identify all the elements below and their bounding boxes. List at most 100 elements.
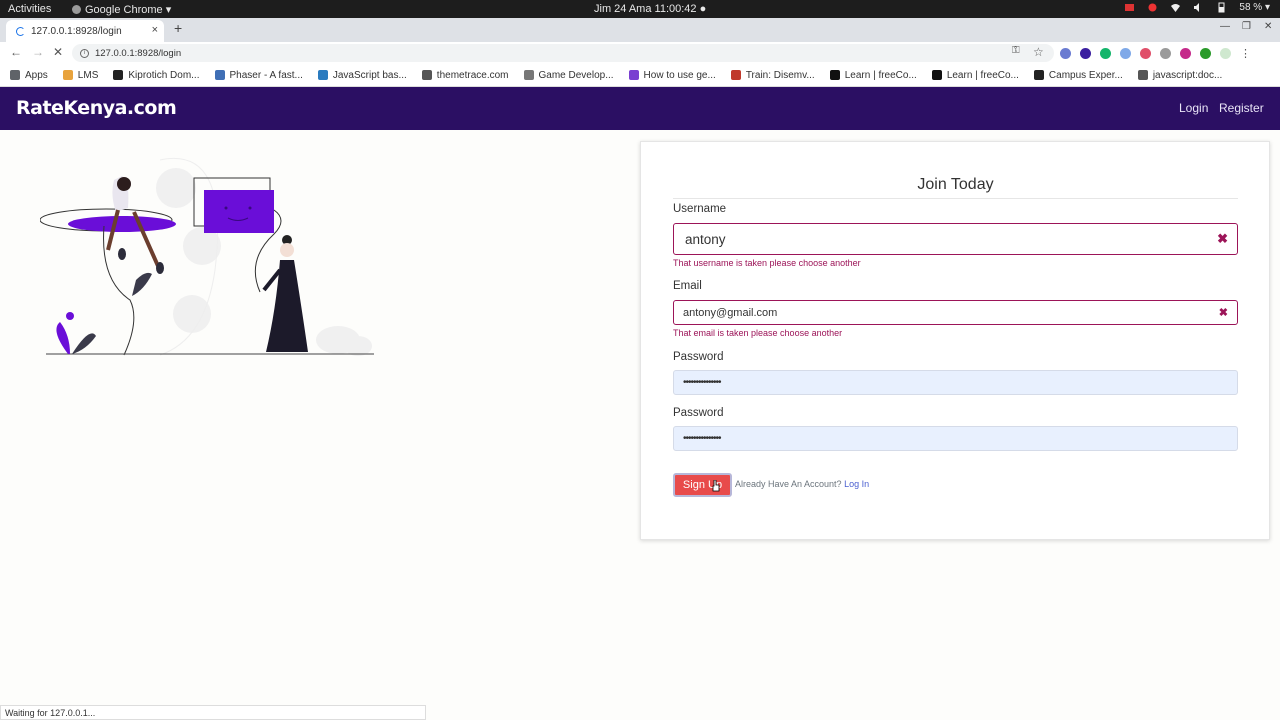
address-bar-url: 127.0.0.1:8928/login	[95, 47, 182, 59]
battery-level: 58 % ▾	[1239, 2, 1270, 13]
bookmark-item[interactable]: themetrace.com	[421, 69, 509, 81]
bookmark-item[interactable]: Learn | freeCo...	[931, 69, 1019, 81]
bookmark-label: Train: Disemv...	[745, 69, 815, 81]
grammarly-icon[interactable]	[1100, 48, 1111, 59]
bookmark-favicon-icon	[113, 70, 124, 80]
hand-cursor-icon	[712, 480, 720, 492]
apps-grid-icon	[10, 70, 20, 80]
tab-strip: 127.0.0.1:8928/login ×	[0, 18, 1280, 42]
bookmark-label: Campus Exper...	[1048, 69, 1123, 81]
extension-icon[interactable]	[1180, 48, 1191, 59]
bookmark-label: javascript:doc...	[1152, 69, 1223, 81]
username-input[interactable]: antony ✖	[673, 223, 1238, 255]
bookmark-favicon-icon	[1137, 70, 1148, 80]
clock[interactable]: Jim 24 Ama 11:00:42 ●	[594, 3, 706, 15]
bookmark-item[interactable]: How to use ge...	[628, 69, 716, 81]
battery-icon	[1218, 2, 1225, 13]
invalid-x-icon: ✖	[1217, 231, 1228, 246]
bookmark-label: JavaScript bas...	[332, 69, 407, 81]
bookmark-item[interactable]: Game Develop...	[523, 69, 614, 81]
bookmark-item[interactable]: Train: Disemv...	[730, 69, 815, 81]
stop-icon[interactable]: ✕	[53, 45, 63, 59]
bookmark-item[interactable]: Phaser - A fast...	[214, 69, 303, 81]
bookmark-item[interactable]: javascript:doc...	[1137, 69, 1223, 81]
email-input[interactable]: antony@gmail.com ✖	[673, 300, 1238, 325]
invalid-x-icon: ✖	[1218, 307, 1228, 319]
bookmarks-bar: Apps LMS Kiprotich Dom... Phaser - A fast..…	[0, 64, 1280, 87]
activities-button[interactable]: Activities	[8, 3, 51, 15]
bookmark-item[interactable]: Apps	[10, 70, 48, 81]
bookmark-item[interactable]: LMS	[62, 69, 99, 81]
close-window-icon[interactable]: ✕	[1264, 21, 1272, 32]
email-error: That email is taken please choose anothe…	[673, 328, 843, 338]
nav-login-link[interactable]: Login	[1179, 101, 1208, 115]
bookmark-favicon-icon	[214, 70, 225, 80]
signup-card: Join Today Username antony ✖ That userna…	[640, 141, 1270, 540]
extension-icon[interactable]	[1220, 48, 1231, 59]
bookmark-label: Apps	[25, 69, 48, 81]
status-bubble: Waiting for 127.0.0.1...	[0, 705, 426, 720]
site-info-icon[interactable]: i	[80, 48, 89, 58]
bookmark-item[interactable]: Campus Exper...	[1033, 69, 1123, 81]
site-logo[interactable]: RateKenya.com	[16, 97, 177, 119]
address-bar[interactable]: i 127.0.0.1:8928/login	[72, 44, 1054, 62]
extension-icon[interactable]	[1080, 48, 1091, 59]
maximize-icon[interactable]: ❐	[1242, 21, 1251, 32]
extension-icon[interactable]	[1160, 48, 1171, 59]
password-input[interactable]: •••••••••••••••	[673, 370, 1238, 395]
os-top-bar: Activities Google Chrome ▾ Jim 24 Ama 11…	[0, 0, 1280, 18]
bookmark-label: How to use ge...	[643, 69, 716, 81]
tab-active[interactable]: 127.0.0.1:8928/login ×	[6, 20, 164, 42]
bookmark-item[interactable]: Learn | freeCo...	[829, 70, 917, 81]
bookmark-label: Game Develop...	[538, 69, 614, 81]
tab-close-icon[interactable]: ×	[152, 24, 158, 36]
bookmark-favicon-icon	[1033, 70, 1044, 80]
system-tray[interactable]: 58 % ▾	[1124, 2, 1270, 13]
bookmark-favicon-icon	[628, 70, 639, 80]
username-value: antony	[685, 231, 726, 247]
bookmark-label: Phaser - A fast...	[229, 69, 303, 81]
bookmark-favicon-icon	[523, 70, 534, 80]
minimize-icon[interactable]: —	[1220, 21, 1230, 32]
already-text: Already Have An Account?	[735, 479, 842, 489]
bookmark-favicon-icon	[62, 70, 73, 80]
username-error: That username is taken please choose ano…	[673, 258, 861, 268]
bookmark-label: themetrace.com	[436, 69, 509, 81]
bookmark-favicon-icon	[829, 70, 840, 80]
login-prompt: Already Have An Account? Log In	[735, 479, 869, 489]
app-menu-label: Google Chrome ▾	[85, 4, 172, 16]
bookmark-favicon-icon	[730, 70, 741, 80]
back-icon[interactable]: ←	[10, 45, 22, 59]
bookmark-star-icon[interactable]: ☆	[1033, 45, 1044, 59]
email-value: antony@gmail.com	[683, 306, 778, 319]
site-navbar: RateKenya.com Login Register	[0, 87, 1280, 130]
new-tab-button[interactable]: +	[174, 20, 182, 36]
extension-icon[interactable]	[1120, 48, 1131, 59]
confirm-password-input[interactable]: •••••••••••••••	[673, 426, 1238, 451]
username-label: Username	[673, 203, 727, 215]
extension-icon[interactable]	[1060, 48, 1071, 59]
confirm-password-value: •••••••••••••••	[683, 433, 722, 444]
menu-kebab-icon[interactable]: ⋮	[1240, 47, 1251, 60]
bookmark-favicon-icon	[931, 70, 942, 80]
wifi-icon	[1171, 4, 1181, 12]
signup-illustration	[40, 158, 374, 356]
app-menu[interactable]: Google Chrome ▾	[72, 3, 171, 16]
key-icon[interactable]: ⚿	[1012, 45, 1020, 56]
extension-icon[interactable]	[1140, 48, 1151, 59]
camera-icon	[1125, 4, 1135, 11]
bookmark-label: Learn | freeCo...	[946, 69, 1019, 81]
extensions: ⋮	[1060, 47, 1251, 60]
nav-register-link[interactable]: Register	[1219, 101, 1264, 115]
bookmark-label: LMS	[77, 69, 99, 81]
extension-icon[interactable]	[1200, 48, 1211, 59]
volume-icon	[1194, 3, 1200, 12]
sign-up-button[interactable]: Sign Up	[673, 473, 732, 497]
bookmark-favicon-icon	[421, 70, 432, 80]
loading-spinner-icon	[16, 26, 25, 36]
bookmark-item[interactable]: Kiprotich Dom...	[113, 70, 200, 81]
login-link[interactable]: Log In	[844, 479, 869, 489]
email-label: Email	[673, 280, 702, 292]
bookmark-item[interactable]: JavaScript bas...	[317, 69, 407, 81]
forward-icon[interactable]: →	[32, 45, 44, 59]
